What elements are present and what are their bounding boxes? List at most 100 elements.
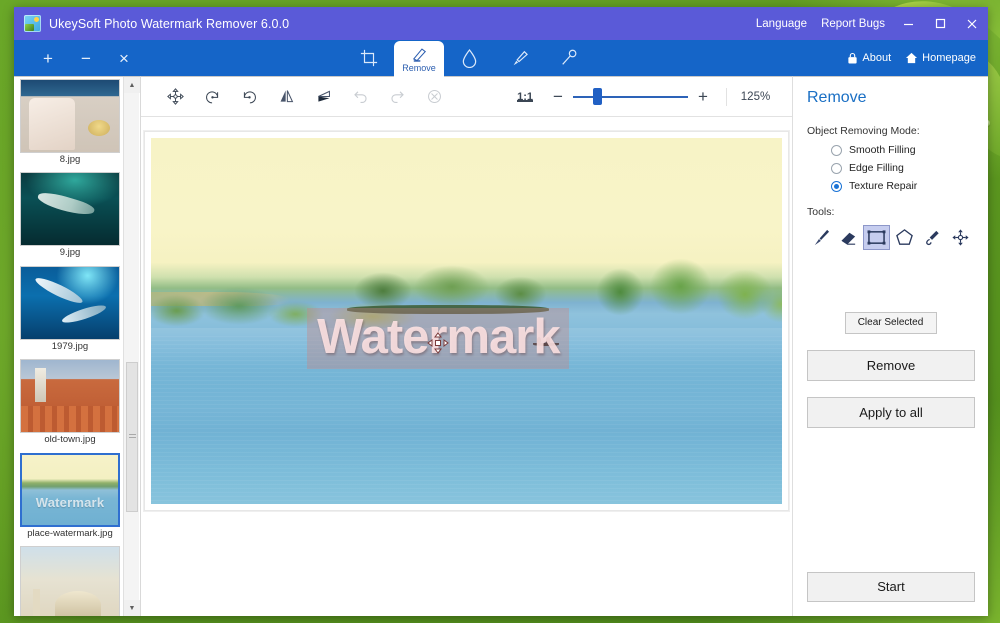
polygon-tool-icon[interactable]	[892, 225, 918, 250]
move-icon[interactable]	[157, 82, 194, 112]
tab-watermark-drop[interactable]	[444, 40, 494, 76]
tools-row	[807, 225, 974, 250]
tab-crop[interactable]	[344, 40, 394, 76]
remove-button[interactable]: Remove	[807, 350, 975, 381]
list-item[interactable]: 9.jpg	[20, 172, 120, 259]
actual-size-button[interactable]: 1:1	[507, 91, 543, 103]
list-item[interactable]: 8.jpg	[20, 79, 120, 166]
flip-vertical-icon[interactable]	[305, 82, 342, 112]
file-actions: + − ×	[14, 50, 132, 67]
thumbnail-list: 8.jpg 9.jpg 1979.jpg old-town.jpg	[14, 77, 124, 616]
flip-horizontal-icon[interactable]	[268, 82, 305, 112]
edit-toolbar: 1:1 − + 125%	[141, 77, 792, 117]
app-body: 8.jpg 9.jpg 1979.jpg old-town.jpg	[14, 76, 988, 616]
remove-settings-panel: Remove Object Removing Mode: Smooth Fill…	[792, 76, 988, 616]
report-bugs-link[interactable]: Report Bugs	[814, 18, 892, 30]
eraser-tool-icon[interactable]	[835, 225, 861, 250]
rectangle-tool-icon[interactable]	[863, 225, 889, 250]
minimize-button[interactable]	[892, 7, 924, 40]
undo-icon[interactable]	[342, 82, 379, 112]
zoom-controls: 1:1 − + 125%	[507, 87, 792, 107]
zoom-out-button[interactable]: −	[543, 88, 573, 105]
tab-remove-label: Remove	[402, 64, 436, 73]
radio-label: Smooth Filling	[849, 144, 916, 156]
move-tool-icon[interactable]	[948, 225, 974, 250]
thumbnail-watermark-text: Watermark	[22, 495, 118, 510]
scroll-up-arrow[interactable]: ▲	[124, 77, 140, 93]
file-thumbnail-sidebar: 8.jpg 9.jpg 1979.jpg old-town.jpg	[14, 76, 141, 616]
radio-icon[interactable]	[831, 163, 842, 174]
radio-label: Texture Repair	[849, 180, 917, 192]
thumbnail-image[interactable]	[20, 546, 120, 616]
clear-all-button[interactable]: ×	[116, 50, 132, 67]
lock-icon	[847, 52, 858, 64]
scrollbar-thumb[interactable]	[126, 362, 138, 512]
radio-smooth-filling[interactable]: Smooth Filling	[831, 144, 974, 156]
zoom-level-value: 125%	[726, 88, 784, 106]
close-button[interactable]	[956, 7, 988, 40]
home-icon	[905, 52, 918, 64]
about-link[interactable]: About	[847, 52, 891, 64]
about-label: About	[862, 52, 891, 64]
thumbnail-filename: 8.jpg	[20, 153, 120, 166]
photo-frame: Watermark	[144, 131, 789, 511]
thumbnail-filename: old-town.jpg	[20, 433, 120, 446]
language-menu[interactable]: Language	[749, 18, 814, 30]
remove-file-button[interactable]: −	[78, 50, 94, 67]
rotate-left-icon[interactable]	[194, 82, 231, 112]
reset-icon[interactable]	[416, 82, 453, 112]
thumbnail-filename: 9.jpg	[20, 246, 120, 259]
lasso-tool-icon[interactable]	[920, 225, 946, 250]
zoom-slider-track	[573, 96, 688, 98]
list-item[interactable]: old-town.jpg	[20, 359, 120, 446]
panel-title: Remove	[807, 89, 974, 107]
radio-icon-selected[interactable]	[831, 181, 842, 192]
rotate-right-icon[interactable]	[231, 82, 268, 112]
main-toolbar: + − × Remove About	[14, 40, 988, 76]
thumbnail-filename: place-watermark.jpg	[20, 527, 120, 540]
help-links: About Homepage	[847, 52, 988, 64]
homepage-link[interactable]: Homepage	[905, 52, 976, 64]
brush-tool-icon[interactable]	[807, 225, 833, 250]
mode-tabs: Remove	[344, 40, 594, 76]
tab-magic-wand[interactable]	[544, 40, 594, 76]
scroll-down-arrow[interactable]: ▼	[124, 600, 140, 616]
app-logo-icon	[24, 15, 41, 32]
list-item[interactable]: 1979.jpg	[20, 266, 120, 353]
zoom-slider-knob[interactable]	[593, 88, 602, 105]
homepage-label: Homepage	[922, 52, 976, 64]
radio-texture-repair[interactable]: Texture Repair	[831, 180, 974, 192]
canvas-area: 1:1 − + 125%	[141, 76, 792, 616]
zoom-slider[interactable]	[573, 87, 688, 107]
list-item[interactable]	[20, 546, 120, 616]
object-removing-mode-label: Object Removing Mode:	[807, 125, 974, 137]
app-window: UkeySoft Photo Watermark Remover 6.0.0 L…	[14, 7, 988, 616]
tab-brush[interactable]	[494, 40, 544, 76]
title-bar: UkeySoft Photo Watermark Remover 6.0.0 L…	[14, 7, 988, 40]
radio-edge-filling[interactable]: Edge Filling	[831, 162, 974, 174]
apply-to-all-button[interactable]: Apply to all	[807, 397, 975, 428]
thumbnail-filename: 1979.jpg	[20, 340, 120, 353]
start-button[interactable]: Start	[807, 572, 975, 602]
redo-icon[interactable]	[379, 82, 416, 112]
thumbnail-image[interactable]	[20, 172, 120, 246]
trees-right	[573, 248, 782, 329]
tools-label: Tools:	[807, 206, 974, 218]
watermark-selection-box[interactable]: Watermark	[307, 308, 569, 368]
image-canvas[interactable]: Watermark	[141, 117, 792, 616]
thumbnail-image[interactable]: Watermark	[20, 453, 120, 527]
list-item-selected[interactable]: Watermark place-watermark.jpg	[20, 453, 120, 540]
title-bar-actions: Language Report Bugs	[749, 7, 988, 40]
radio-icon[interactable]	[831, 145, 842, 156]
thumbnail-image[interactable]	[20, 79, 120, 153]
sidebar-scrollbar[interactable]: ▲ ▼	[123, 77, 139, 616]
clear-selected-button[interactable]: Clear Selected	[845, 312, 937, 334]
zoom-in-button[interactable]: +	[688, 88, 718, 105]
photo-preview[interactable]: Watermark	[151, 138, 782, 504]
maximize-button[interactable]	[924, 7, 956, 40]
add-files-button[interactable]: +	[40, 50, 56, 67]
transform-buttons	[157, 82, 453, 112]
thumbnail-image[interactable]	[20, 359, 120, 433]
thumbnail-image[interactable]	[20, 266, 120, 340]
tab-remove[interactable]: Remove	[394, 41, 444, 77]
